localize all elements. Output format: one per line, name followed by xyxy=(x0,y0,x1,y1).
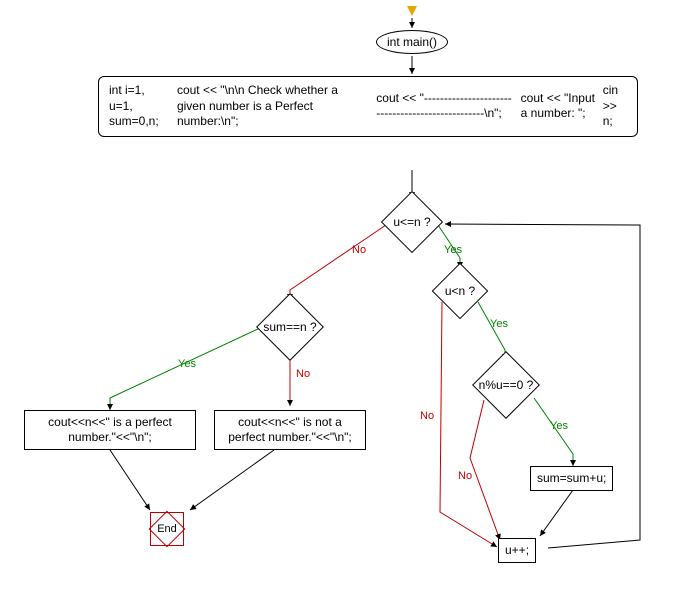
decision-u-le-n: u<=n ? xyxy=(382,198,442,246)
node-main-label: int main() xyxy=(387,35,437,49)
process-perfect: cout<<n<<" is a perfect number."<<"\n"; xyxy=(24,410,196,450)
process-not-perfect: cout<<n<<" is not a perfect number."<<"\… xyxy=(214,410,366,450)
node-end: End xyxy=(150,512,184,546)
node-main: int main() xyxy=(376,30,448,54)
edge-d1-yes: Yes xyxy=(444,244,462,256)
p-perfect-label: cout<<n<<" is a perfect number."<<"\n"; xyxy=(48,415,172,445)
node-init: int i=1, u=1, sum=0,n; cout << "\n\n Che… xyxy=(98,76,638,137)
d3-label: u<n ? xyxy=(445,284,475,298)
decision-mod: n%u==0 ? xyxy=(466,358,546,412)
p-sum-label: sum=sum+u; xyxy=(537,471,606,486)
init-line5: cin >> n; xyxy=(603,83,627,130)
init-line3: cout << "-------------------------------… xyxy=(376,91,513,122)
edge-d4-yes: Yes xyxy=(550,420,568,432)
init-line2: cout << "\n\n Check whether a given numb… xyxy=(177,83,369,130)
edge-d2-no: No xyxy=(296,368,310,380)
d1-label: u<=n ? xyxy=(393,215,430,229)
d4-label: n%u==0 ? xyxy=(479,378,534,392)
edge-d3-no: No xyxy=(420,410,434,422)
p-notperfect-label: cout<<n<<" is not a perfect number."<<"\… xyxy=(228,415,352,445)
edge-d2-yes: Yes xyxy=(178,358,196,370)
edge-d4-no: No xyxy=(458,470,472,482)
process-inc: u++; xyxy=(498,538,536,563)
flowchart-canvas: int main() int i=1, u=1, sum=0,n; cout <… xyxy=(0,0,681,601)
start-marker xyxy=(407,6,417,16)
init-line4: cout << "Input a number: "; xyxy=(521,91,596,122)
p-inc-label: u++; xyxy=(505,543,529,558)
d2-label: sum==n ? xyxy=(263,320,316,334)
process-sum: sum=sum+u; xyxy=(530,466,613,491)
decision-u-lt-n: u<n ? xyxy=(432,268,488,314)
edge-d3-yes: Yes xyxy=(490,318,508,330)
end-label: End xyxy=(157,523,177,535)
init-line1: int i=1, u=1, sum=0,n; xyxy=(109,83,170,130)
edge-d1-no: No xyxy=(352,244,366,256)
decision-sum-eq-n: sum==n ? xyxy=(248,300,332,354)
